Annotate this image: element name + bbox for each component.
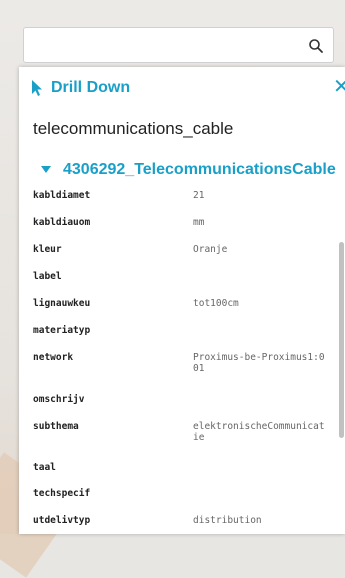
close-icon[interactable]: ✕ xyxy=(333,77,345,97)
attribute-value: elektronischeCommunicatie xyxy=(193,421,325,443)
cursor-pointer-icon xyxy=(32,80,42,96)
attribute-value: Proximus-be-Proximus1:001 xyxy=(193,352,325,374)
attribute-key: kabldiamet xyxy=(33,190,91,201)
scrollbar-thumb[interactable] xyxy=(339,242,344,438)
layer-title: telecommunications_cable xyxy=(33,119,234,138)
attribute-key: techspecif xyxy=(33,488,91,499)
attribute-key: network xyxy=(33,352,74,363)
attribute-key: omschrijv xyxy=(33,394,85,405)
attribute-key: taal xyxy=(33,462,56,473)
feature-header[interactable]: 4306292_TelecommunicationsCable xyxy=(41,159,336,181)
attribute-key: kabldiauom xyxy=(33,217,91,228)
panel-title: Drill Down xyxy=(51,79,131,96)
attribute-key: lignauwkeu xyxy=(33,298,91,309)
attribute-key: kleur xyxy=(33,244,62,255)
attribute-key: label xyxy=(33,271,62,282)
feature-title[interactable]: 4306292_TelecommunicationsCable xyxy=(63,161,336,179)
caret-down-icon[interactable] xyxy=(41,166,51,174)
attribute-key: subthema xyxy=(33,421,79,432)
attribute-key: utdelivtyp xyxy=(33,515,91,526)
search-icon[interactable] xyxy=(307,37,325,55)
panel-header: Drill Down ✕ xyxy=(19,67,345,111)
search-input[interactable] xyxy=(32,34,306,58)
attribute-value: Oranje xyxy=(193,244,228,255)
attribute-value: distribution xyxy=(193,515,262,526)
attribute-value: tot100cm xyxy=(193,298,239,309)
attribute-value: mm xyxy=(193,217,205,228)
search-box[interactable] xyxy=(23,27,334,63)
attribute-value: 21 xyxy=(193,190,205,201)
drill-down-panel: Drill Down ✕ telecommunications_cable 43… xyxy=(19,67,345,534)
attribute-key: materiatyp xyxy=(33,325,91,336)
